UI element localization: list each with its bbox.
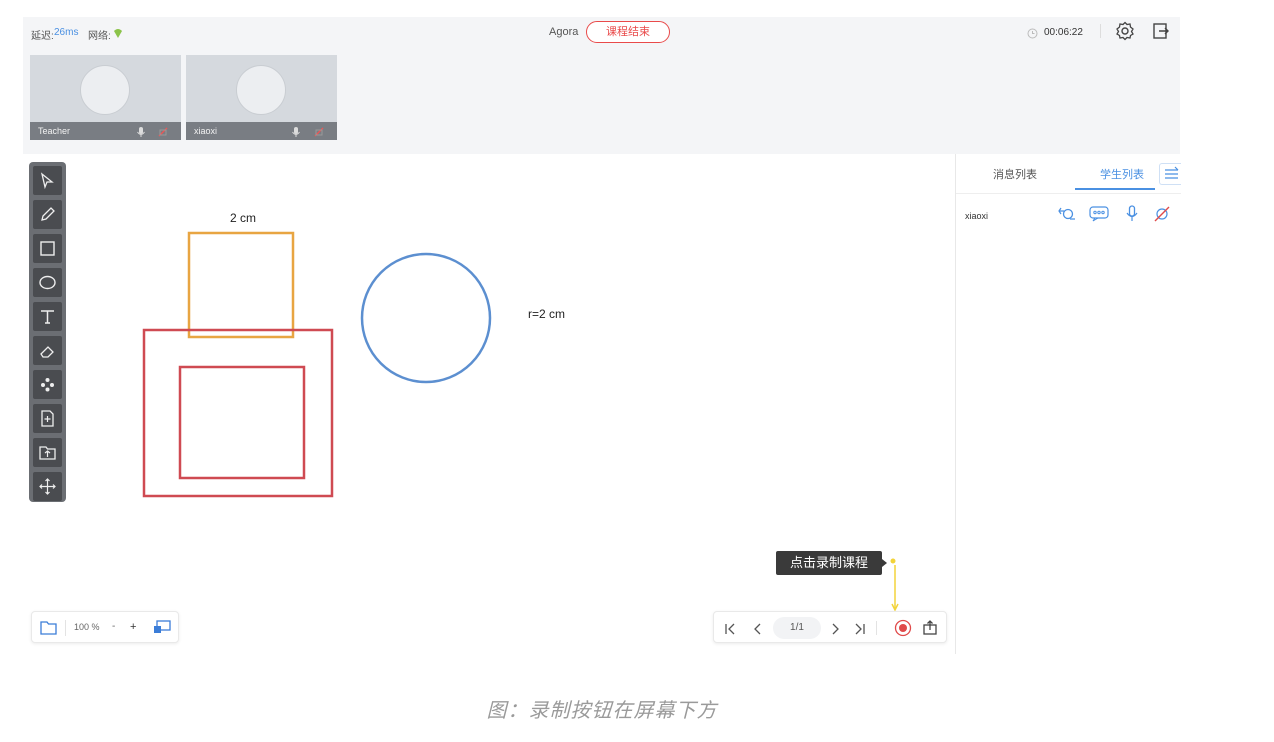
microphone-icon[interactable]	[1125, 205, 1139, 228]
camera-off-icon[interactable]	[157, 125, 169, 137]
page-control-bar: 1/1	[713, 611, 947, 643]
whiteboard[interactable]: 2 cm r=2 cm 100 % - + 1/1	[23, 154, 955, 654]
screen-share-icon[interactable]	[153, 620, 171, 640]
tab-messages[interactable]: 消息列表	[993, 166, 1037, 182]
app-name: Agora	[549, 26, 579, 38]
camera-off-icon[interactable]	[1153, 205, 1171, 228]
square-size-label: 2 cm	[230, 211, 257, 225]
board-drawing	[142, 231, 492, 498]
hint-arrow	[882, 558, 899, 611]
zoom-in-button[interactable]: +	[130, 621, 136, 633]
video-name: Teacher	[38, 126, 71, 136]
classroom-app: 延迟: 26ms 网络: Agora 课程结束 00:06:22 Teacher	[23, 17, 1181, 654]
avatar	[80, 65, 130, 115]
chat-permission-icon[interactable]	[1089, 205, 1109, 228]
previous-page-icon[interactable]	[752, 622, 764, 640]
figure-caption: 图：录制按钮在屏幕下方	[486, 698, 718, 722]
camera-off-icon[interactable]	[313, 125, 325, 137]
side-panel: 消息列表 学生列表 xiaoxi	[955, 154, 1181, 654]
video-name: xiaoxi	[194, 126, 218, 136]
circle-radius-label: r=2 cm	[528, 307, 566, 321]
divider	[1100, 24, 1101, 38]
upload-share-icon[interactable]	[921, 619, 939, 642]
class-timer: 00:06:22	[1044, 27, 1083, 38]
divider	[876, 621, 877, 635]
network-signal-icon	[113, 26, 123, 44]
video-strip: Teacher xiaoxi	[23, 47, 1180, 154]
next-page-icon[interactable]	[829, 622, 841, 640]
delay-value: 26ms	[54, 27, 79, 38]
exit-icon[interactable]	[1152, 22, 1170, 45]
orange-square-shape[interactable]	[187, 231, 295, 339]
video-tile-teacher: Teacher	[30, 55, 181, 140]
zoom-level: 100 %	[74, 622, 100, 632]
zoom-control: 100 % - +	[31, 611, 179, 643]
last-page-icon[interactable]	[854, 622, 866, 640]
divider	[956, 193, 1181, 194]
clock-icon	[1027, 26, 1038, 44]
tab-students[interactable]: 学生列表	[1100, 166, 1144, 182]
small-red-square-shape[interactable]	[178, 365, 306, 480]
top-bar: 延迟: 26ms 网络: Agora 课程结束 00:06:22	[23, 17, 1180, 47]
video-tile-bar: xiaoxi	[186, 122, 337, 140]
first-page-icon[interactable]	[724, 622, 736, 640]
network-label: 网络:	[88, 31, 111, 42]
end-class-button[interactable]: 课程结束	[586, 21, 670, 43]
record-button-icon[interactable]	[894, 619, 912, 642]
student-name: xiaoxi	[965, 211, 989, 221]
student-row: xiaoxi	[956, 200, 1181, 228]
record-hint-tooltip: 点击录制课程	[776, 551, 882, 575]
delay-label: 延迟:	[31, 31, 54, 42]
divider	[65, 620, 66, 636]
blue-circle-shape[interactable]	[360, 252, 492, 384]
folder-icon[interactable]	[40, 620, 58, 640]
active-tab-underline	[1075, 188, 1155, 190]
collapse-panel-icon[interactable]	[1159, 163, 1181, 185]
whiteboard-permission-icon[interactable]	[1057, 205, 1077, 228]
microphone-icon[interactable]	[290, 125, 302, 137]
video-tile-bar: Teacher	[30, 122, 181, 140]
video-tile-student: xiaoxi	[186, 55, 337, 140]
microphone-icon[interactable]	[135, 125, 147, 137]
avatar	[236, 65, 286, 115]
settings-gear-icon[interactable]	[1115, 21, 1135, 46]
page-indicator: 1/1	[773, 617, 821, 639]
zoom-out-button[interactable]: -	[112, 621, 115, 632]
